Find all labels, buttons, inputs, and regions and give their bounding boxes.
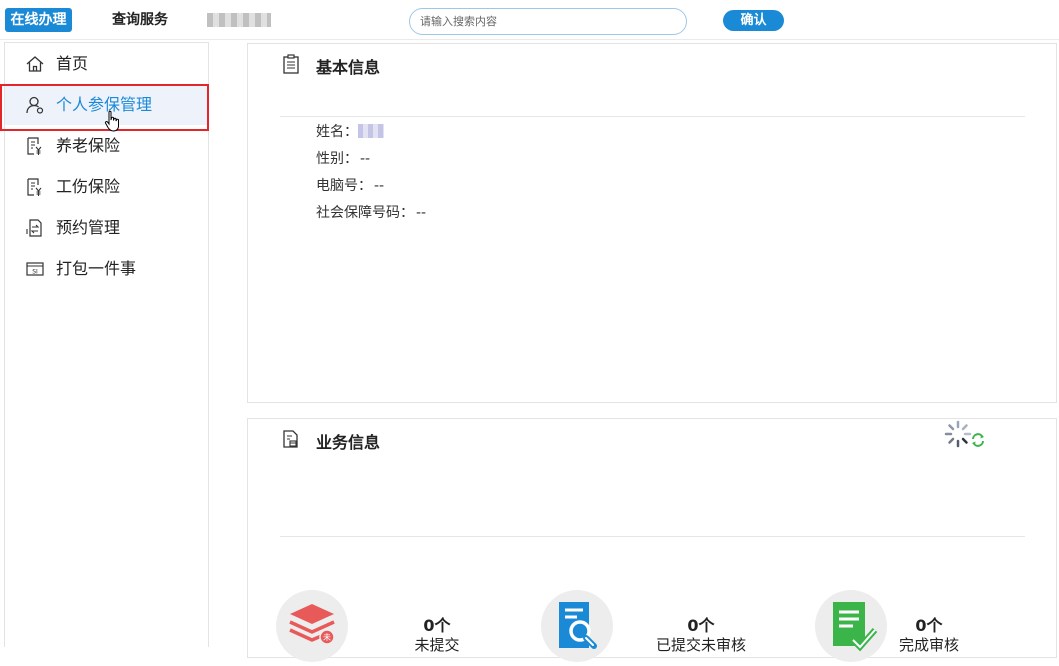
stat-label-not-submitted: 未提交 — [414, 636, 460, 654]
svg-text:未: 未 — [323, 632, 331, 642]
sidebar-item-appointment[interactable]: 预约管理 — [5, 207, 208, 248]
exchange-document-icon — [26, 219, 42, 237]
stat-icon-pending-review[interactable] — [541, 590, 613, 662]
tab-query-service[interactable]: 查询服务 — [102, 8, 178, 32]
document-yen-icon — [27, 178, 42, 196]
refresh-icon[interactable] — [970, 432, 986, 448]
panel-title: 业务信息 — [316, 433, 381, 452]
sidebar-item-package[interactable]: SI 打包一件事 — [5, 248, 208, 289]
info-row-gender: 性别： -- — [316, 148, 370, 168]
si-package-icon: SI — [26, 262, 44, 276]
sidebar-item-home[interactable]: 首页 — [5, 43, 208, 84]
sidebar-item-label: 预约管理 — [56, 218, 121, 237]
info-label: 电脑号： — [316, 178, 372, 194]
panel-title: 基本信息 — [316, 58, 381, 77]
info-row-ssn: 社会保障号码： -- — [316, 202, 426, 222]
basic-info-panel: 基本信息 姓名： 性别： -- 电脑号： -- 社会保障号码： -- — [247, 43, 1057, 403]
stat-icon-not-submitted[interactable]: 未 — [276, 590, 348, 662]
info-row-computer-no: 电脑号： -- — [316, 175, 384, 195]
clipboard-icon — [283, 54, 299, 74]
confirm-button[interactable]: 确认 — [723, 10, 784, 31]
divider — [280, 536, 1025, 537]
top-bar: 在线办理 查询服务 确认 — [0, 0, 1059, 40]
document-search-icon — [559, 602, 597, 649]
document-yen-icon — [27, 137, 42, 155]
stacked-layers-icon: 未 — [289, 604, 335, 645]
search-input[interactable] — [409, 8, 687, 35]
info-label: 姓名： — [316, 124, 358, 140]
stat-count-not-submitted: 0个 — [423, 616, 451, 635]
document-list-icon — [283, 430, 298, 448]
home-icon — [26, 56, 44, 72]
blurred-username — [207, 13, 271, 27]
hand-cursor-icon — [104, 110, 119, 132]
loading-spinner-icon — [944, 420, 972, 448]
info-value: -- — [374, 178, 385, 194]
business-info-panel: 业务信息 未 0个 未提交 0个 已提交未审核 0个 完成审核 — [247, 418, 1057, 662]
sidebar-item-label: 工伤保险 — [56, 177, 121, 196]
stat-label-review-complete: 完成审核 — [898, 636, 959, 654]
info-value: -- — [360, 151, 371, 167]
info-label: 性别： — [316, 151, 358, 167]
sidebar-item-work-injury[interactable]: 工伤保险 — [5, 166, 208, 207]
sidebar: 首页 个人参保管理 养老保险 工伤保险 预约管理 SI 打包一件事 — [4, 42, 209, 647]
info-row-name: 姓名： — [316, 121, 384, 141]
stat-count-review-complete: 0个 — [915, 616, 943, 635]
user-icon — [26, 96, 44, 114]
sidebar-item-label: 打包一件事 — [56, 259, 137, 278]
svg-text:SI: SI — [32, 269, 38, 276]
divider — [280, 116, 1025, 117]
stat-count-pending-review: 0个 — [687, 616, 715, 635]
stat-label-pending-review: 已提交未审核 — [655, 636, 746, 654]
tab-online-service[interactable]: 在线办理 — [5, 8, 72, 32]
info-value: -- — [416, 205, 427, 221]
sidebar-item-label: 首页 — [56, 54, 89, 73]
info-label: 社会保障号码： — [316, 205, 414, 221]
blurred-name — [358, 124, 384, 138]
